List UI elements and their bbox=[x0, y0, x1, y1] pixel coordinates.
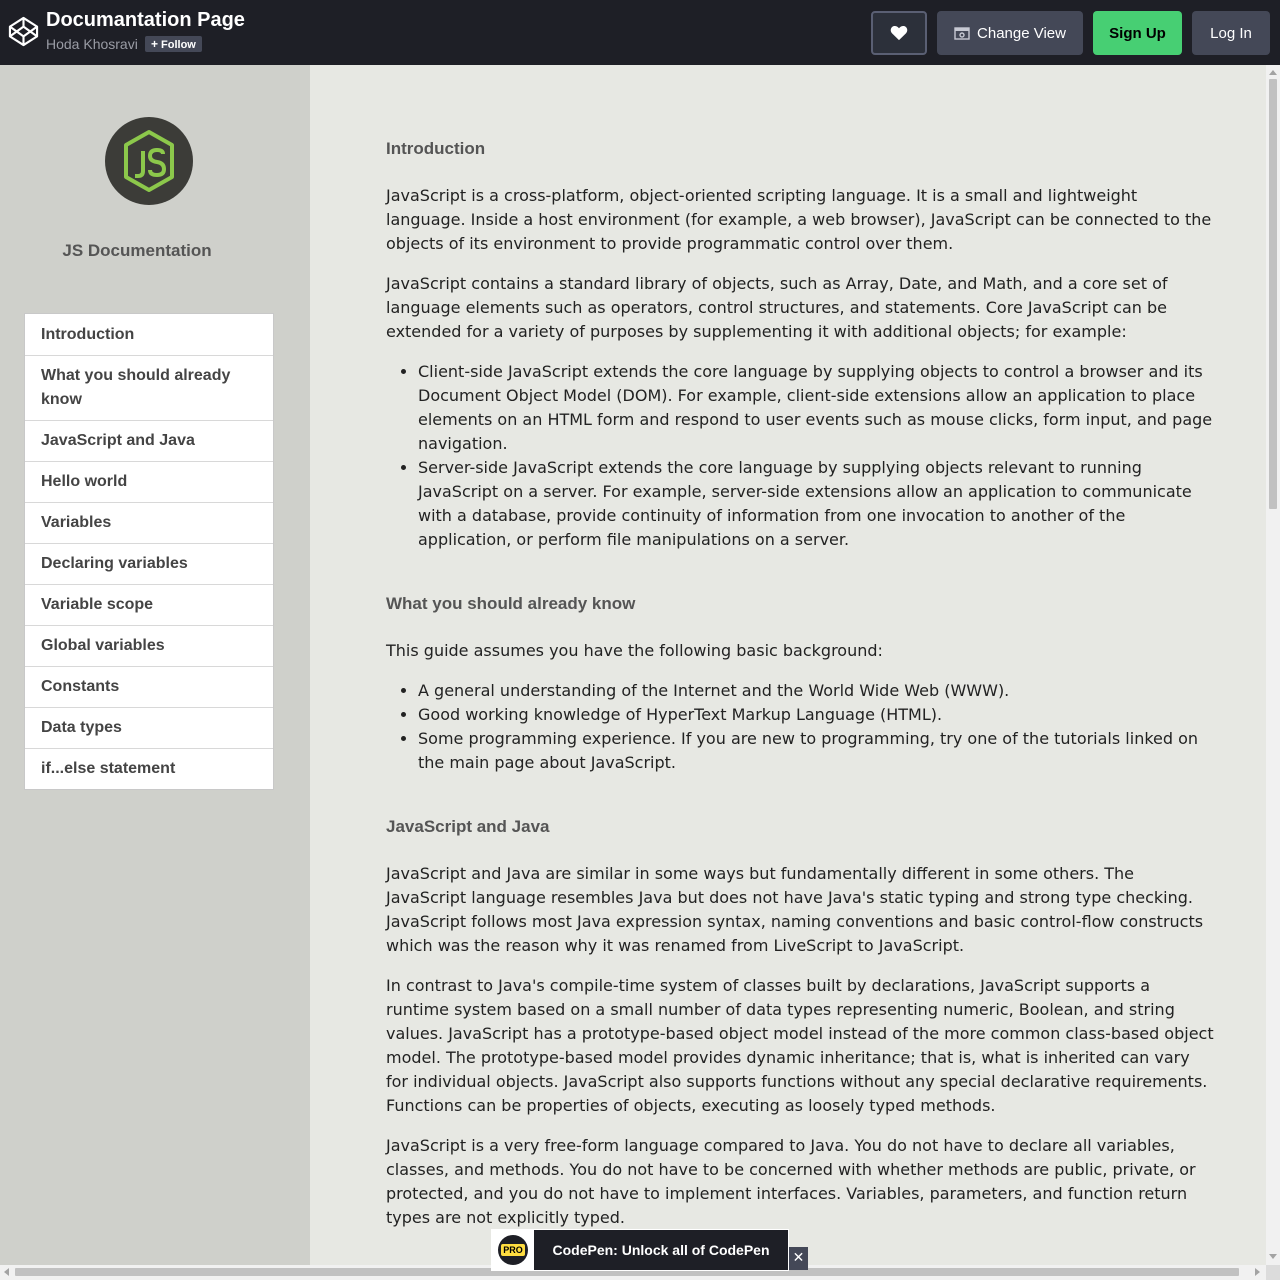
section-title: JavaScript and Java bbox=[386, 817, 550, 836]
sidebar: JS Documentation Introduction What you s… bbox=[0, 65, 310, 1265]
section-title: Introduction bbox=[386, 139, 486, 158]
nav-list: Introduction What you should already kno… bbox=[24, 313, 274, 790]
paragraph: JavaScript is a cross-platform, object-o… bbox=[386, 186, 1212, 253]
js-logo bbox=[105, 117, 193, 205]
scrollbar-corner bbox=[1266, 1265, 1280, 1280]
bullet-list: A general understanding of the Internet … bbox=[386, 679, 1216, 775]
section-title: What you should already know bbox=[386, 594, 636, 613]
paragraph: JavaScript and Java are similar in some … bbox=[386, 864, 1204, 955]
nav-link-variable-scope[interactable]: Variable scope bbox=[25, 584, 273, 625]
like-button[interactable] bbox=[871, 11, 927, 55]
nav-link-introduction[interactable]: Introduction bbox=[25, 314, 273, 355]
nav-link-hello-world[interactable]: Hello world bbox=[25, 461, 273, 502]
scroll-down-arrow-icon[interactable] bbox=[1269, 1254, 1277, 1259]
author-name[interactable]: Hoda Khosravi bbox=[46, 36, 138, 52]
list-item: Client-side JavaScript extends the core … bbox=[418, 360, 1216, 456]
pen-title: Documantation Page bbox=[46, 9, 245, 31]
nav-link-global-variables[interactable]: Global variables bbox=[25, 625, 273, 666]
plus-icon: + bbox=[151, 37, 159, 51]
sign-up-button[interactable]: Sign Up bbox=[1093, 11, 1182, 55]
vertical-scroll-thumb[interactable] bbox=[1269, 79, 1277, 509]
nav-link-data-types[interactable]: Data types bbox=[25, 707, 273, 748]
pro-badge: PRO bbox=[492, 1230, 534, 1270]
codepen-logo-icon[interactable] bbox=[8, 16, 39, 47]
promo-text[interactable]: CodePen: Unlock all of CodePen bbox=[534, 1230, 788, 1270]
pro-badge-circle: PRO bbox=[498, 1235, 528, 1265]
nav-link-variables[interactable]: Variables bbox=[25, 502, 273, 543]
paragraph: In contrast to Java's compile-time syste… bbox=[386, 976, 1214, 1115]
log-in-button[interactable]: Log In bbox=[1192, 11, 1270, 55]
nav-link-what-you-should-already-know[interactable]: What you should already know bbox=[25, 355, 273, 420]
list-item: Server-side JavaScript extends the core … bbox=[418, 456, 1216, 552]
change-view-button[interactable]: Change View bbox=[937, 11, 1083, 55]
section-introduction: Introduction JavaScript is a cross-platf… bbox=[386, 137, 1216, 552]
scroll-right-arrow-icon[interactable] bbox=[1255, 1268, 1260, 1276]
change-view-label: Change View bbox=[977, 24, 1066, 42]
pro-badge-label: PRO bbox=[501, 1244, 525, 1256]
nav-link-declaring-variables[interactable]: Declaring variables bbox=[25, 543, 273, 584]
list-item: Some programming experience. If you are … bbox=[418, 727, 1216, 775]
top-bar: Documantation Page Hoda Khosravi + Follow… bbox=[0, 0, 1280, 65]
follow-label: Follow bbox=[161, 39, 196, 51]
paragraph: JavaScript is a very free-form language … bbox=[386, 1136, 1196, 1227]
list-item: A general understanding of the Internet … bbox=[418, 679, 1216, 703]
nav-link-constants[interactable]: Constants bbox=[25, 666, 273, 707]
js-hexagon-logo-icon bbox=[124, 130, 174, 192]
nav-link-if-else-statement[interactable]: if...else statement bbox=[25, 748, 273, 789]
change-view-icon bbox=[954, 27, 970, 40]
scroll-left-arrow-icon[interactable] bbox=[4, 1268, 9, 1276]
follow-button[interactable]: + Follow bbox=[145, 36, 202, 52]
heart-icon bbox=[890, 26, 908, 41]
bullet-list: Client-side JavaScript extends the core … bbox=[386, 360, 1216, 552]
paragraph: JavaScript contains a standard library o… bbox=[386, 274, 1168, 341]
nav-link-javascript-and-java[interactable]: JavaScript and Java bbox=[25, 420, 273, 461]
sidebar-title: JS Documentation bbox=[62, 241, 212, 260]
main-document: Introduction JavaScript is a cross-platf… bbox=[310, 65, 1266, 1265]
pro-promo-banner[interactable]: PRO CodePen: Unlock all of CodePen bbox=[491, 1229, 789, 1271]
document-content: Introduction JavaScript is a cross-platf… bbox=[386, 137, 1216, 1230]
vertical-scrollbar[interactable] bbox=[1266, 65, 1280, 1265]
close-icon[interactable]: ✕ bbox=[789, 1247, 808, 1270]
paragraph: This guide assumes you have the followin… bbox=[386, 641, 883, 660]
section-what-you-should-already-know: What you should already know This guide … bbox=[386, 592, 1216, 775]
section-javascript-and-java: JavaScript and Java JavaScript and Java … bbox=[386, 815, 1216, 1230]
scroll-up-arrow-icon[interactable] bbox=[1269, 70, 1277, 75]
list-item: Good working knowledge of HyperText Mark… bbox=[418, 703, 1216, 727]
